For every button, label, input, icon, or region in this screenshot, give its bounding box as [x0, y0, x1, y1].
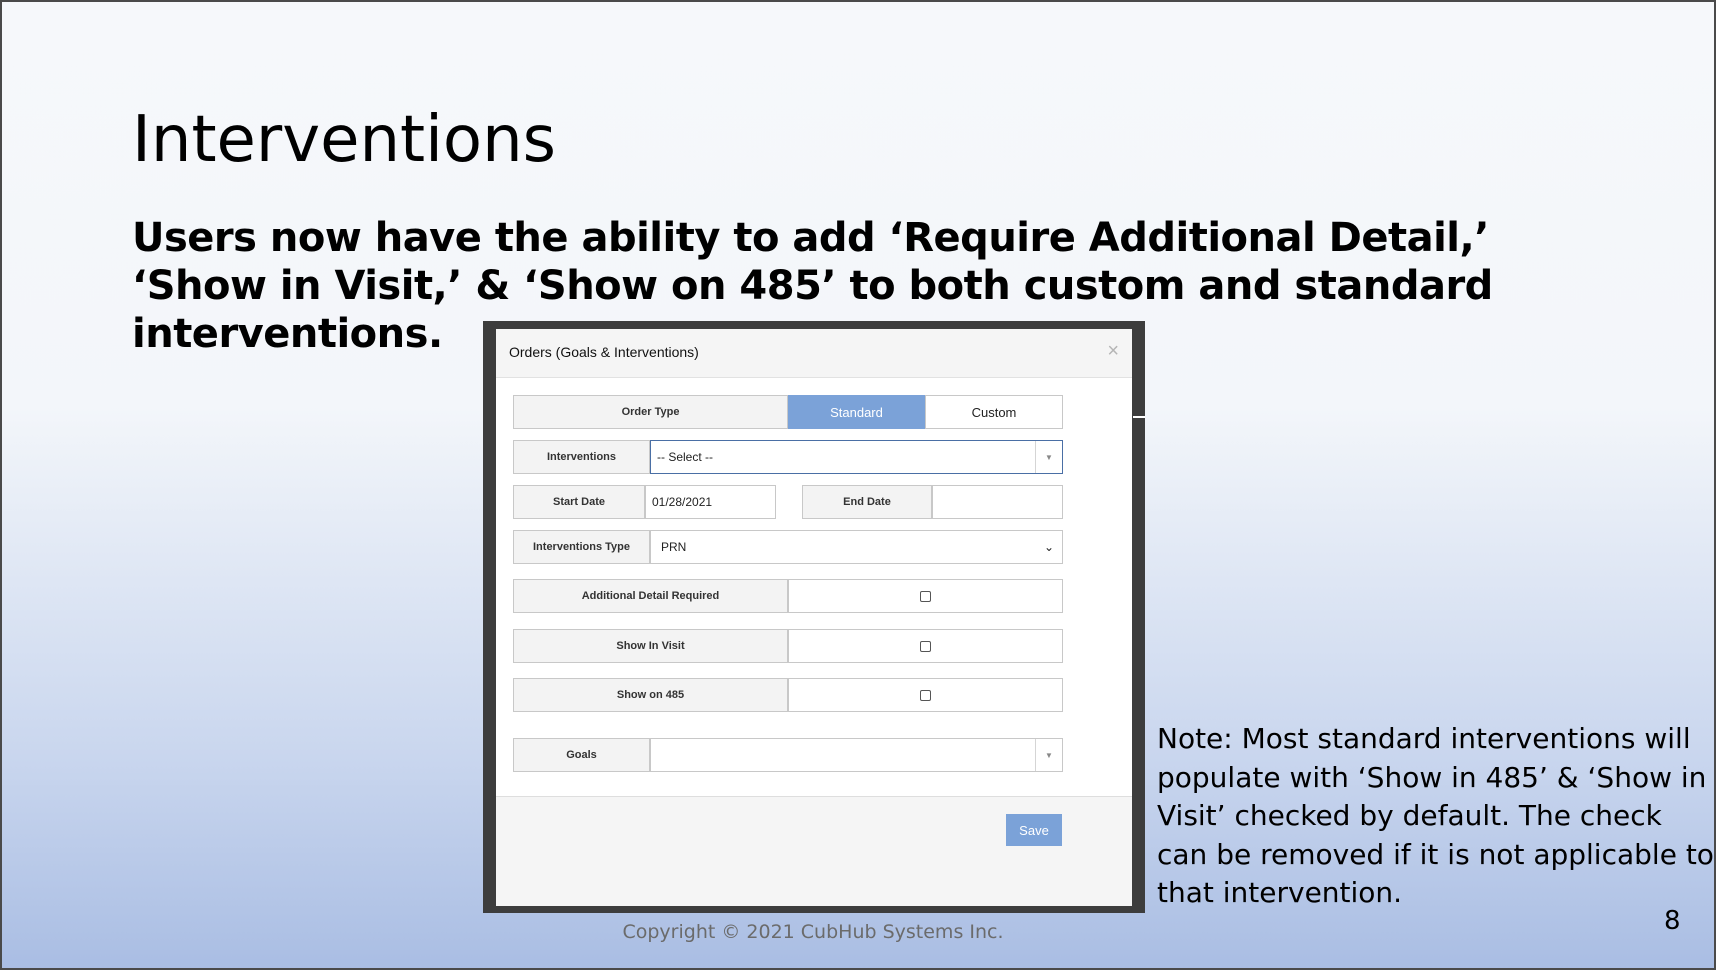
additional-detail-checkbox[interactable]: [920, 590, 931, 602]
orders-modal: Orders (Goals & Interventions) × Order T…: [496, 329, 1132, 906]
end-date-label: End Date: [802, 485, 932, 519]
order-type-label: Order Type: [513, 395, 788, 429]
interventions-select[interactable]: -- Select -- ▼: [650, 440, 1063, 474]
background-edge: [1133, 416, 1145, 418]
close-icon[interactable]: ×: [1107, 341, 1119, 361]
interventions-type-value: PRN: [661, 540, 687, 554]
goals-select[interactable]: ▼: [650, 738, 1063, 772]
interventions-type-label: Interventions Type: [513, 530, 650, 564]
page-number: 8: [1664, 906, 1681, 936]
show-on-485-cell: [788, 678, 1063, 712]
show-in-visit-label: Show In Visit: [513, 629, 788, 663]
show-on-485-label: Show on 485: [513, 678, 788, 712]
interventions-type-select[interactable]: PRN ⌄: [650, 530, 1063, 564]
order-type-standard-button[interactable]: Standard: [788, 395, 925, 429]
additional-detail-label: Additional Detail Required: [513, 579, 788, 613]
show-in-visit-checkbox[interactable]: [920, 640, 931, 652]
chevron-down-icon[interactable]: ▼: [1035, 441, 1062, 473]
slide-note: Note: Most standard interventions will p…: [1157, 722, 1714, 909]
modal-footer: Save: [496, 796, 1132, 906]
save-button[interactable]: Save: [1006, 814, 1062, 846]
chevron-down-icon[interactable]: ▼: [1035, 739, 1062, 771]
start-date-input[interactable]: 01/28/2021: [645, 485, 776, 519]
start-date-label: Start Date: [513, 485, 645, 519]
slide-title: Interventions: [132, 103, 556, 177]
interventions-label: Interventions: [513, 440, 650, 474]
modal-header: Orders (Goals & Interventions) ×: [496, 329, 1132, 378]
modal-title: Orders (Goals & Interventions): [509, 344, 699, 360]
end-date-input[interactable]: [932, 485, 1063, 519]
additional-detail-cell: [788, 579, 1063, 613]
show-in-visit-cell: [788, 629, 1063, 663]
chevron-down-icon[interactable]: ⌄: [1044, 540, 1054, 554]
interventions-select-value: -- Select --: [657, 450, 714, 464]
modal-screenshot: Orders (Goals & Interventions) × Order T…: [483, 321, 1145, 913]
order-type-custom-button[interactable]: Custom: [925, 395, 1063, 429]
goals-label: Goals: [513, 738, 650, 772]
show-on-485-checkbox[interactable]: [920, 689, 931, 701]
copyright-text: Copyright © 2021 CubHub Systems Inc.: [622, 921, 1004, 943]
